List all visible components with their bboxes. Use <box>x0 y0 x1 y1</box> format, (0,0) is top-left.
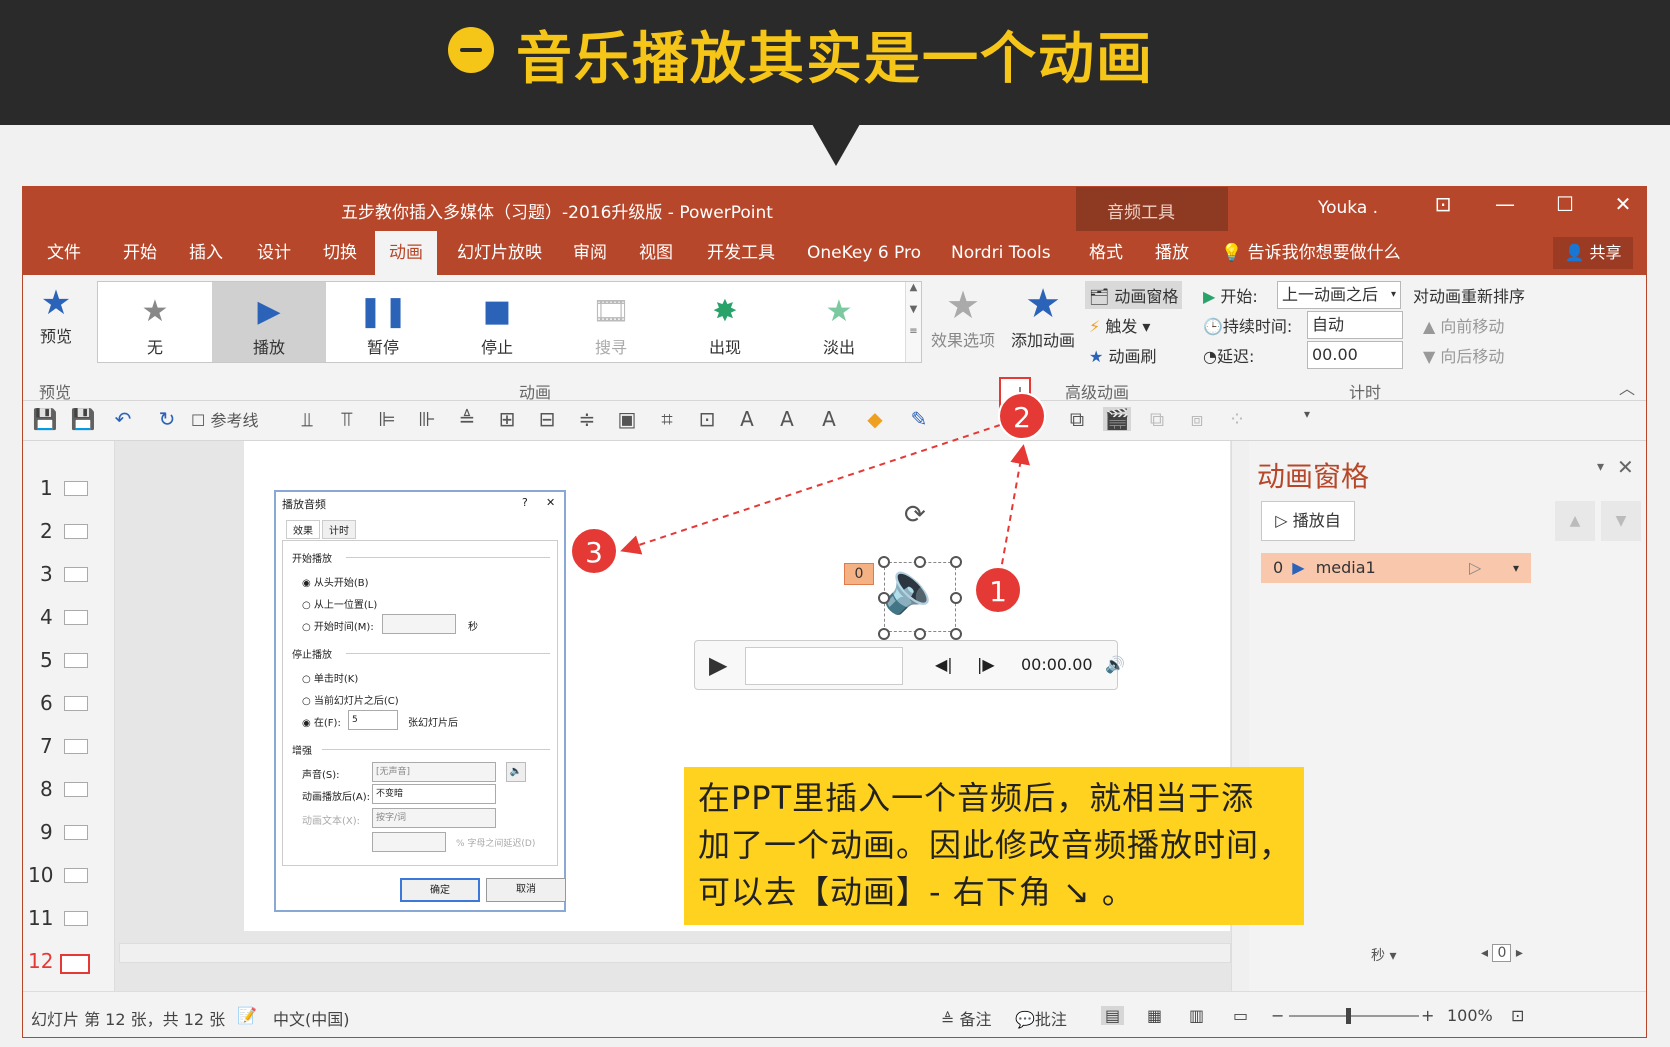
annotation-arrows <box>620 424 1030 576</box>
arrow-2-to-3 <box>620 424 1001 555</box>
step-badge-2: 2 <box>998 392 1046 440</box>
step-badge-3: 3 <box>570 527 618 575</box>
step-badge-1: 1 <box>974 566 1022 614</box>
arrow-1-to-2 <box>999 444 1030 576</box>
